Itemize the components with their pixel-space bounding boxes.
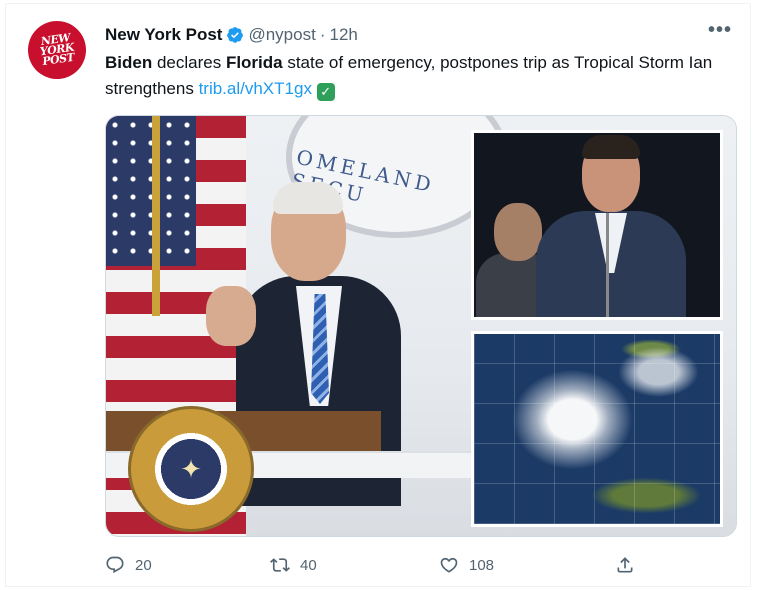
- microphone: [606, 213, 609, 317]
- author-name[interactable]: New York Post: [105, 25, 222, 45]
- presidential-seal: ✦: [128, 406, 254, 532]
- background-person-head: [494, 203, 542, 261]
- share-button[interactable]: [615, 555, 635, 575]
- tweet-text: Biden declares Florida state of emergenc…: [105, 50, 725, 102]
- tweet-timestamp[interactable]: 12h: [330, 25, 358, 45]
- retweet-count: 40: [300, 556, 317, 574]
- verified-badge-icon: [227, 27, 244, 43]
- separator-dot: ·: [319, 25, 326, 44]
- avatar-line-3: POST: [41, 50, 76, 69]
- reply-button[interactable]: 20: [105, 555, 152, 575]
- reply-icon: [106, 556, 124, 574]
- tweet-card[interactable]: NEW YORK POST New York Post @nypost · 12…: [5, 3, 751, 587]
- action-bar: 20 40 108: [105, 552, 645, 578]
- share-icon: [617, 557, 633, 573]
- text-bold-florida: Florida: [225, 53, 283, 72]
- text-bold-biden: Biden: [105, 53, 153, 72]
- eagle-icon: ✦: [180, 453, 202, 484]
- heart-icon: [440, 557, 458, 573]
- retweet-button[interactable]: 40: [270, 555, 317, 575]
- desantis-hair: [582, 135, 640, 159]
- check-mark-emoji-icon: ✓: [316, 83, 335, 101]
- like-count: 108: [469, 556, 495, 574]
- storm-satellite-photo[interactable]: [471, 331, 723, 527]
- retweet-icon: [270, 558, 290, 572]
- author-handle[interactable]: @nypost: [248, 25, 315, 45]
- satellite-grid: [474, 334, 720, 524]
- biden-hair: [273, 182, 343, 214]
- tweet-media[interactable]: OMELAND SECU ✦: [105, 115, 737, 537]
- reply-count: 20: [135, 556, 152, 574]
- like-button[interactable]: 108: [439, 555, 494, 575]
- more-options-icon[interactable]: •••: [708, 20, 732, 40]
- tweet-header: New York Post @nypost · 12h: [105, 24, 358, 46]
- desantis-photo[interactable]: [471, 130, 723, 320]
- text-segment-1: declares: [152, 53, 226, 72]
- tweet-link[interactable]: trib.al/vhXT1gx: [199, 79, 312, 98]
- biden-hand: [206, 286, 256, 346]
- avatar[interactable]: NEW YORK POST: [24, 17, 90, 83]
